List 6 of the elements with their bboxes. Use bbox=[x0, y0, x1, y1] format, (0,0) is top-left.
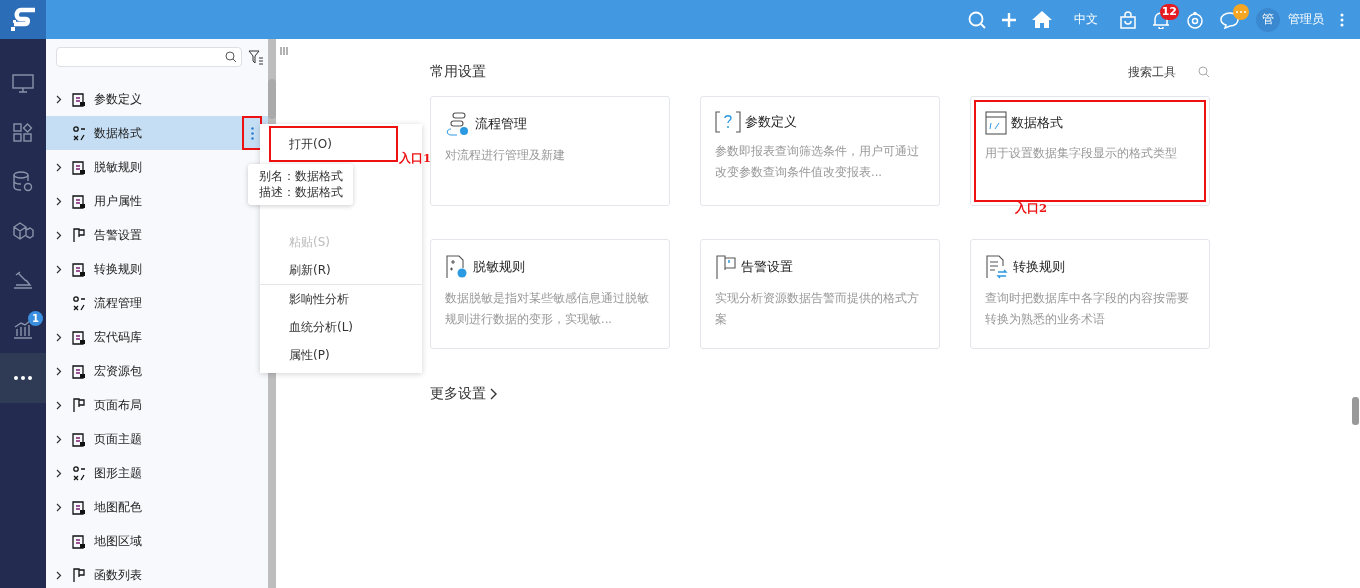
section-title: 常用设置 bbox=[430, 63, 486, 81]
tooltip-line: 别名：数据格式 bbox=[259, 168, 343, 184]
tooltip-line: 描述：数据格式 bbox=[259, 184, 343, 200]
notification-badge: 12 bbox=[1159, 3, 1179, 20]
annotation-label: 入口1 bbox=[399, 151, 431, 166]
count-badge: 1 bbox=[28, 311, 43, 326]
